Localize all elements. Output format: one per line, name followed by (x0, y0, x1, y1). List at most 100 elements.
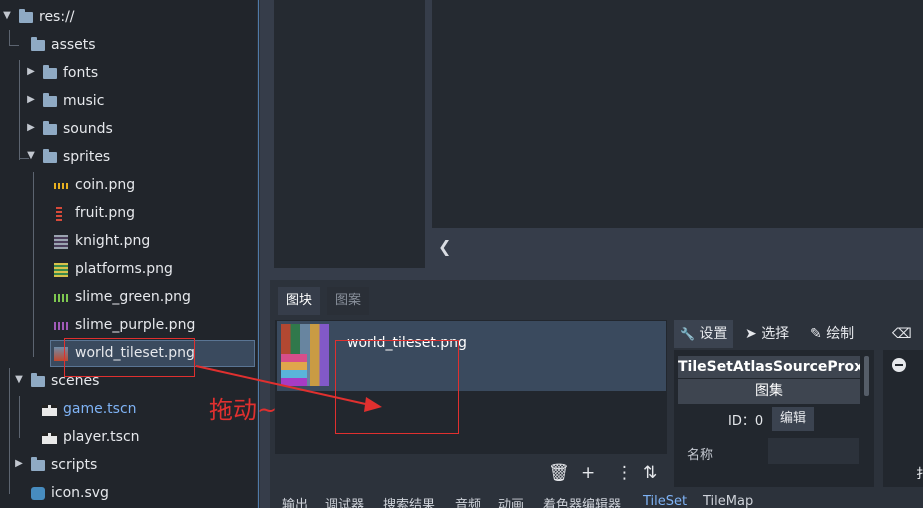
dock-tab-shader-editor[interactable]: 着色器编辑器 (543, 494, 621, 508)
cursor-icon: ➤ (745, 326, 757, 342)
tree-item-knight[interactable]: knight.png (0, 228, 257, 256)
edit-id-button[interactable]: 编辑 (772, 407, 814, 431)
atlas-preview-panel: 扌 (883, 350, 923, 487)
tree-item-label: slime_green.png (75, 289, 191, 305)
annotation-source-box (64, 338, 195, 377)
eraser-icon[interactable]: ⌫ (886, 320, 918, 348)
annotation-drag-label: 拖动~ (209, 396, 278, 424)
tree-item-label: game.tscn (63, 401, 137, 417)
chevron-right-icon[interactable]: ▶ (26, 66, 36, 78)
tree-item-label: knight.png (75, 233, 151, 249)
name-field[interactable] (768, 438, 859, 464)
tree-item-label: icon.svg (51, 485, 109, 501)
folder-icon (31, 457, 45, 471)
tree-item-scripts[interactable]: ▶ scripts (0, 452, 257, 480)
tree-item-label: sounds (63, 121, 113, 137)
folder-icon (43, 149, 57, 163)
tree-item-label: assets (51, 37, 96, 53)
tree-item-fonts[interactable]: ▶ fonts (0, 60, 257, 88)
tree-item-label: player.tscn (63, 429, 140, 445)
atlas-inspector: TileSetAtlasSourceProxy... 图集 ID：0 编辑 名称 (674, 350, 874, 487)
dock-tab-search-results[interactable]: 搜索结果 (383, 494, 435, 508)
image-thumbnail-icon (56, 207, 62, 221)
tree-item-label: scripts (51, 457, 98, 473)
source-id-label: ID：0 (728, 414, 764, 429)
select-label: 选择 (761, 326, 790, 342)
collapse-left-icon[interactable]: ❮ (438, 237, 451, 256)
annotation-target-box (335, 340, 459, 434)
wrench-icon: 🔧 (680, 327, 695, 341)
tree-item-label: platforms.png (75, 261, 173, 277)
paint-tool-button[interactable]: ✎ 绘制 (804, 320, 860, 348)
folder-icon (31, 373, 45, 387)
chevron-down-icon[interactable]: ▼ (2, 10, 12, 22)
tree-item-label: slime_purple.png (75, 317, 196, 333)
settings-tool-button[interactable]: 🔧 设置 (674, 320, 734, 348)
folder-icon (43, 121, 57, 135)
delete-source-icon[interactable]: 🗑 (548, 463, 570, 483)
truncated-label: 扌 (916, 467, 923, 482)
folder-icon (31, 37, 45, 51)
tree-item-fruit[interactable]: fruit.png (0, 200, 257, 228)
scene-clapper-icon (42, 433, 57, 444)
tree-item-assets[interactable]: assets (0, 32, 257, 60)
tree-item-icon-svg[interactable]: icon.svg (0, 480, 257, 508)
brush-icon: ✎ (810, 326, 822, 342)
tree-item-sprites[interactable]: ▼ sprites (0, 144, 257, 172)
tree-item-music[interactable]: ▶ music (0, 88, 257, 116)
inspector-scrollbar[interactable] (864, 356, 869, 396)
viewport-right-pane (432, 0, 923, 228)
more-options-icon[interactable]: ⋮ (616, 463, 633, 483)
dock-tab-tileset[interactable]: TileSet (643, 494, 687, 508)
inspector-title: TileSetAtlasSourceProxy... (678, 356, 860, 378)
name-label: 名称 (687, 448, 714, 463)
dock-tab-debugger[interactable]: 调试器 (325, 494, 364, 508)
tree-item-slime-purple[interactable]: slime_purple.png (0, 312, 257, 340)
image-thumbnail-icon (54, 294, 68, 302)
tree-item-label: fruit.png (75, 205, 136, 221)
tree-root[interactable]: ▼ res:// (0, 4, 257, 32)
godot-logo-icon (31, 487, 45, 500)
image-thumbnail-icon (54, 322, 68, 330)
sort-icon[interactable]: ⇅ (643, 463, 657, 483)
viewport-left-pane (274, 0, 425, 268)
tree-root-label: res:// (39, 9, 75, 25)
tree-item-coin[interactable]: coin.png (0, 172, 257, 200)
filesystem-tree: ▼ res:// assets ▶ fonts ▶ music ▶ sounds… (0, 0, 257, 508)
tree-item-player-tscn[interactable]: player.tscn (0, 424, 257, 452)
tree-item-label: coin.png (75, 177, 136, 193)
tree-item-label: fonts (63, 65, 99, 81)
chevron-right-icon[interactable]: ▶ (14, 458, 24, 470)
tileset-source-list: world_tileset.png (275, 320, 667, 454)
add-source-icon[interactable]: + (581, 463, 595, 483)
chevron-right-icon[interactable]: ▶ (26, 94, 36, 106)
folder-icon (43, 93, 57, 107)
chevron-down-icon[interactable]: ▼ (14, 374, 24, 386)
dock-tab-audio[interactable]: 音频 (455, 494, 481, 508)
tree-item-slime-green[interactable]: slime_green.png (0, 284, 257, 312)
select-tool-button[interactable]: ➤ 选择 (739, 320, 795, 348)
zoom-out-icon[interactable] (892, 358, 906, 372)
image-thumbnail-icon (54, 183, 68, 189)
chevron-right-icon[interactable]: ▶ (26, 122, 36, 134)
tree-item-sounds[interactable]: ▶ sounds (0, 116, 257, 144)
folder-icon (19, 9, 33, 23)
paint-label: 绘制 (826, 326, 855, 342)
dock-tab-tilemap[interactable]: TileMap (703, 494, 753, 508)
editor-viewport: ❮ (260, 0, 923, 278)
tileset-thumbnail (281, 324, 329, 386)
dock-tab-animation[interactable]: 动画 (498, 494, 524, 508)
dock-tab-output[interactable]: 输出 (282, 494, 308, 508)
chevron-down-icon[interactable]: ▼ (26, 150, 36, 162)
tree-item-platforms[interactable]: platforms.png (0, 256, 257, 284)
settings-label: 设置 (699, 326, 728, 342)
folder-icon (43, 65, 57, 79)
tab-tiles[interactable]: 图块 (278, 287, 321, 315)
tab-patterns[interactable]: 图案 (327, 287, 370, 315)
tree-item-label: music (63, 93, 105, 109)
scene-clapper-icon (42, 405, 57, 416)
inspector-section-header[interactable]: 图集 (678, 379, 860, 404)
image-thumbnail-icon (54, 263, 68, 277)
image-thumbnail-icon (54, 235, 68, 249)
tree-item-label: sprites (63, 149, 111, 165)
